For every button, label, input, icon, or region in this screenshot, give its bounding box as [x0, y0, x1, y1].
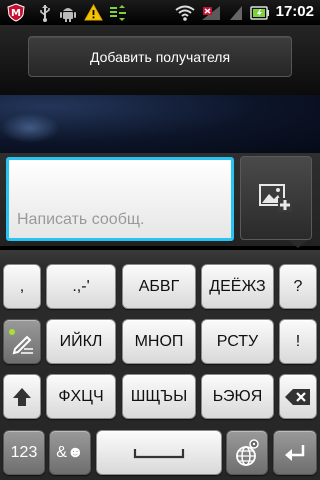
- attach-image-button[interactable]: [240, 156, 312, 240]
- key-label: ИЙКЛ: [59, 332, 103, 350]
- message-input[interactable]: Написать сообщ.: [6, 157, 234, 241]
- symbols-emoji-key[interactable]: &☻: [49, 430, 91, 475]
- language-key[interactable]: [226, 430, 268, 475]
- backspace-key[interactable]: [279, 374, 317, 419]
- key-iykl[interactable]: ИЙКЛ: [46, 319, 116, 364]
- key-abvg[interactable]: АБВГ: [122, 264, 196, 309]
- key-label: АБВГ: [138, 277, 180, 295]
- keyboard: , .,-' АБВГ ДЕЁЖЗ ? ИЙКЛ МНОП РСТУ ! ФХЦ…: [0, 250, 320, 480]
- handwriting-key[interactable]: [3, 319, 41, 364]
- key-label: !: [295, 332, 301, 350]
- numbers-key[interactable]: 123: [3, 430, 45, 475]
- mcafee-icon: M: [5, 3, 27, 22]
- key-label: 123: [10, 443, 38, 461]
- key-mnop[interactable]: МНОП: [122, 319, 196, 364]
- attach-notch: [288, 240, 308, 248]
- message-placeholder: Написать сообщ.: [17, 211, 145, 228]
- add-recipient-button[interactable]: Добавить получателя: [28, 36, 292, 77]
- wifi-icon: [174, 3, 196, 22]
- add-recipient-label: Добавить получателя: [89, 48, 231, 65]
- enter-key[interactable]: [273, 430, 317, 475]
- key-punctuation[interactable]: .,-': [46, 264, 116, 309]
- conversation-area: [0, 95, 320, 153]
- battery-icon: [249, 3, 271, 22]
- backspace-icon: [285, 388, 310, 405]
- key-exclamation[interactable]: !: [279, 319, 317, 364]
- warning-icon: [83, 3, 103, 22]
- key-label: МНОП: [134, 332, 184, 350]
- android-debug-icon: [58, 3, 78, 22]
- status-bar: M 17:02: [0, 0, 320, 25]
- recipient-area: Добавить получателя: [0, 25, 320, 95]
- key-fkhtsch[interactable]: ФХЦЧ: [46, 374, 116, 419]
- compose-panel: Написать сообщ.: [0, 153, 320, 246]
- key-label: .,-': [72, 277, 90, 295]
- signal-bars-icon: [228, 3, 244, 22]
- globe-settings-icon: [236, 438, 259, 466]
- key-label: РСТУ: [216, 332, 259, 350]
- svg-text:M: M: [11, 8, 21, 19]
- key-label: ДЕЁЖЗ: [209, 277, 266, 295]
- shift-arrow-icon: [13, 387, 31, 406]
- clock: 17:02: [275, 3, 314, 20]
- enter-icon: [285, 444, 305, 461]
- sync-icon: [108, 3, 128, 22]
- image-add-icon: [259, 184, 292, 212]
- key-label: ЬЭЮЯ: [212, 387, 263, 405]
- space-bar-icon: [133, 448, 185, 458]
- space-key[interactable]: [96, 430, 222, 475]
- key-comma[interactable]: ,: [3, 264, 41, 309]
- key-label: ШЩЪЫ: [130, 387, 188, 405]
- key-shschyy[interactable]: ШЩЪЫ: [122, 374, 196, 419]
- usb-icon: [37, 3, 53, 22]
- key-question[interactable]: ?: [279, 264, 317, 309]
- key-yeyuya[interactable]: ЬЭЮЯ: [201, 374, 274, 419]
- key-label: ФХЦЧ: [58, 387, 104, 405]
- no-signal-icon: [200, 3, 222, 22]
- key-label: &☻: [56, 443, 84, 461]
- key-label: ?: [293, 277, 303, 295]
- pencil-icon: [9, 328, 33, 354]
- key-deyozhz[interactable]: ДЕЁЖЗ: [201, 264, 274, 309]
- shift-key[interactable]: [3, 374, 41, 419]
- wallpaper-glow: [0, 113, 60, 143]
- key-rstu[interactable]: РСТУ: [201, 319, 274, 364]
- key-label: ,: [19, 277, 25, 295]
